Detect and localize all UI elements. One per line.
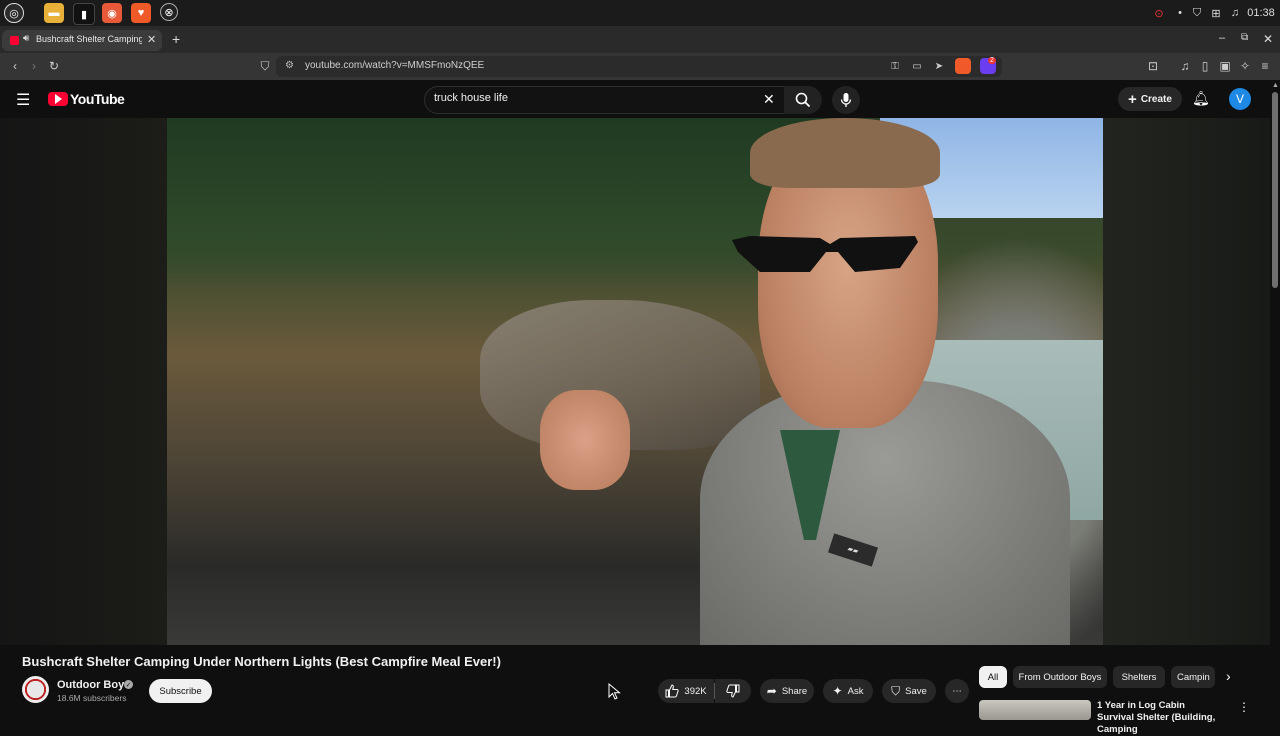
close-tab-icon[interactable]: ✕ <box>147 33 156 46</box>
chip-all[interactable]: All <box>979 666 1007 688</box>
mint-menu-icon[interactable]: ◎ <box>4 3 24 23</box>
files-icon[interactable]: ▬ <box>44 3 64 23</box>
system-monitor-icon[interactable]: ⊗ <box>160 3 178 21</box>
wallet-icon[interactable]: ▣ <box>1216 57 1234 75</box>
sidebar-icon[interactable]: ▯ <box>1196 57 1214 75</box>
shields-badge: 2 <box>988 57 996 64</box>
save-button[interactable]: ⛉ Save <box>882 679 936 703</box>
url-text[interactable]: youtube.com/watch?v=MMSFmoNzQEE <box>305 60 484 71</box>
search-query[interactable]: truck house life <box>434 92 508 104</box>
video-title: Bushcraft Shelter Camping Under Northern… <box>22 654 501 669</box>
chip-from-outdoor-boys[interactable]: From Outdoor Boys <box>1013 666 1107 688</box>
like-button[interactable]: 392K <box>658 679 714 703</box>
bookmark-icon[interactable]: ⛉ <box>256 57 274 75</box>
minimize-icon[interactable]: – <box>1219 32 1225 44</box>
close-window-icon[interactable]: ✕ <box>1263 32 1273 46</box>
new-tab-button[interactable]: + <box>172 31 180 47</box>
ambient-glow-right <box>1103 118 1270 645</box>
subscriber-count: 18.6M subscribers <box>57 693 127 703</box>
mouse-cursor-icon <box>608 683 621 700</box>
brave-icon[interactable]: ♥ <box>131 3 151 23</box>
menu-icon[interactable]: ≡ <box>1256 57 1274 75</box>
os-taskbar <box>0 0 1280 26</box>
speaker-icon[interactable]: 🔊︎ <box>23 33 29 44</box>
channel-avatar[interactable] <box>22 676 49 703</box>
terminal-icon[interactable]: ▮ <box>73 3 95 25</box>
thumbs-up-icon <box>665 684 680 698</box>
network-icon[interactable]: ⊞ <box>1208 5 1224 21</box>
status-dot-icon: • <box>1178 7 1182 19</box>
scrollbar-thumb[interactable] <box>1272 92 1278 288</box>
clock[interactable]: 01:38 <box>1246 5 1276 21</box>
firefox-icon[interactable]: ◉ <box>102 3 122 23</box>
cast-icon[interactable]: ▭ <box>908 57 926 75</box>
sparkle-icon: ✦ <box>832 684 843 698</box>
forward-icon[interactable]: › <box>25 57 43 75</box>
thumbs-down-icon <box>726 684 740 698</box>
recommendation-title[interactable]: 1 Year in Log Cabin Survival Shelter (Bu… <box>1097 700 1222 736</box>
play-triangle-icon <box>55 94 62 104</box>
user-avatar[interactable]: V <box>1229 88 1251 110</box>
leo-ai-icon[interactable]: ✧ <box>1236 57 1254 75</box>
voice-search-button[interactable] <box>832 86 860 114</box>
youtube-logo-text[interactable]: YouTube <box>70 91 125 107</box>
notifications-bell-icon[interactable]: 🔔︎ <box>1192 90 1210 107</box>
shield-tray-icon[interactable]: ⛉ <box>1189 5 1205 21</box>
chip-shelters[interactable]: Shelters <box>1113 666 1165 688</box>
scroll-up-icon[interactable]: ▲ <box>1272 82 1279 89</box>
site-info-icon[interactable]: ⚙ <box>285 60 294 71</box>
youtube-favicon-icon <box>10 36 19 45</box>
key-icon[interactable]: ⚿ <box>886 57 904 75</box>
create-label: Create <box>1140 93 1172 105</box>
more-dots-icon: ⋯ <box>952 685 962 697</box>
microphone-icon <box>840 93 852 107</box>
plus-icon: + <box>1128 90 1137 108</box>
hamburger-icon[interactable]: ☰ <box>16 90 30 110</box>
verified-check-icon: ✓ <box>124 680 133 689</box>
subscribe-button[interactable]: Subscribe <box>149 679 212 703</box>
ambient-glow-left <box>0 118 167 645</box>
clear-search-icon[interactable]: ✕ <box>763 91 775 108</box>
tab-title: Bushcraft Shelter Camping <box>36 34 142 44</box>
share-label: Share <box>781 685 808 697</box>
recommendation-thumbnail[interactable] <box>979 700 1091 720</box>
dislike-button[interactable] <box>715 679 751 703</box>
screenshot-icon[interactable]: ⊡ <box>1144 57 1162 75</box>
recommendation-more-icon[interactable]: ⋮ <box>1238 700 1250 714</box>
search-icon <box>795 92 811 108</box>
chips-next-icon[interactable]: › <box>1226 668 1231 684</box>
reload-icon[interactable]: ↻ <box>45 57 63 75</box>
video-frame-person-hair <box>750 118 940 188</box>
save-bookmark-icon: ⛉ <box>891 683 901 698</box>
recording-icon[interactable]: ⊙ <box>1151 5 1167 21</box>
media-icon[interactable]: ♫ <box>1176 57 1194 75</box>
search-button[interactable] <box>784 86 822 114</box>
send-icon[interactable]: ➤ <box>930 57 948 75</box>
share-arrow-icon: ➦ <box>766 684 777 698</box>
more-actions-button[interactable]: ⋯ <box>945 679 969 703</box>
browser-tab-bar <box>0 26 1280 53</box>
ask-button[interactable]: ✦ Ask <box>823 679 873 703</box>
save-label: Save <box>905 685 927 697</box>
music-icon[interactable]: ♫ <box>1227 5 1243 21</box>
channel-name[interactable]: Outdoor Boys <box>57 679 130 691</box>
back-icon[interactable]: ‹ <box>6 57 24 75</box>
video-frame-hand <box>540 390 630 490</box>
like-count: 392K <box>684 685 707 697</box>
video-frame-sunglasses <box>732 236 918 272</box>
brave-shields-icon[interactable] <box>955 58 971 74</box>
maximize-icon[interactable]: ⧉ <box>1241 32 1248 43</box>
create-button[interactable]: + Create <box>1118 87 1182 111</box>
ask-label: Ask <box>847 685 864 697</box>
share-button[interactable]: ➦ Share <box>760 679 814 703</box>
chip-camping[interactable]: Campin <box>1171 666 1215 688</box>
